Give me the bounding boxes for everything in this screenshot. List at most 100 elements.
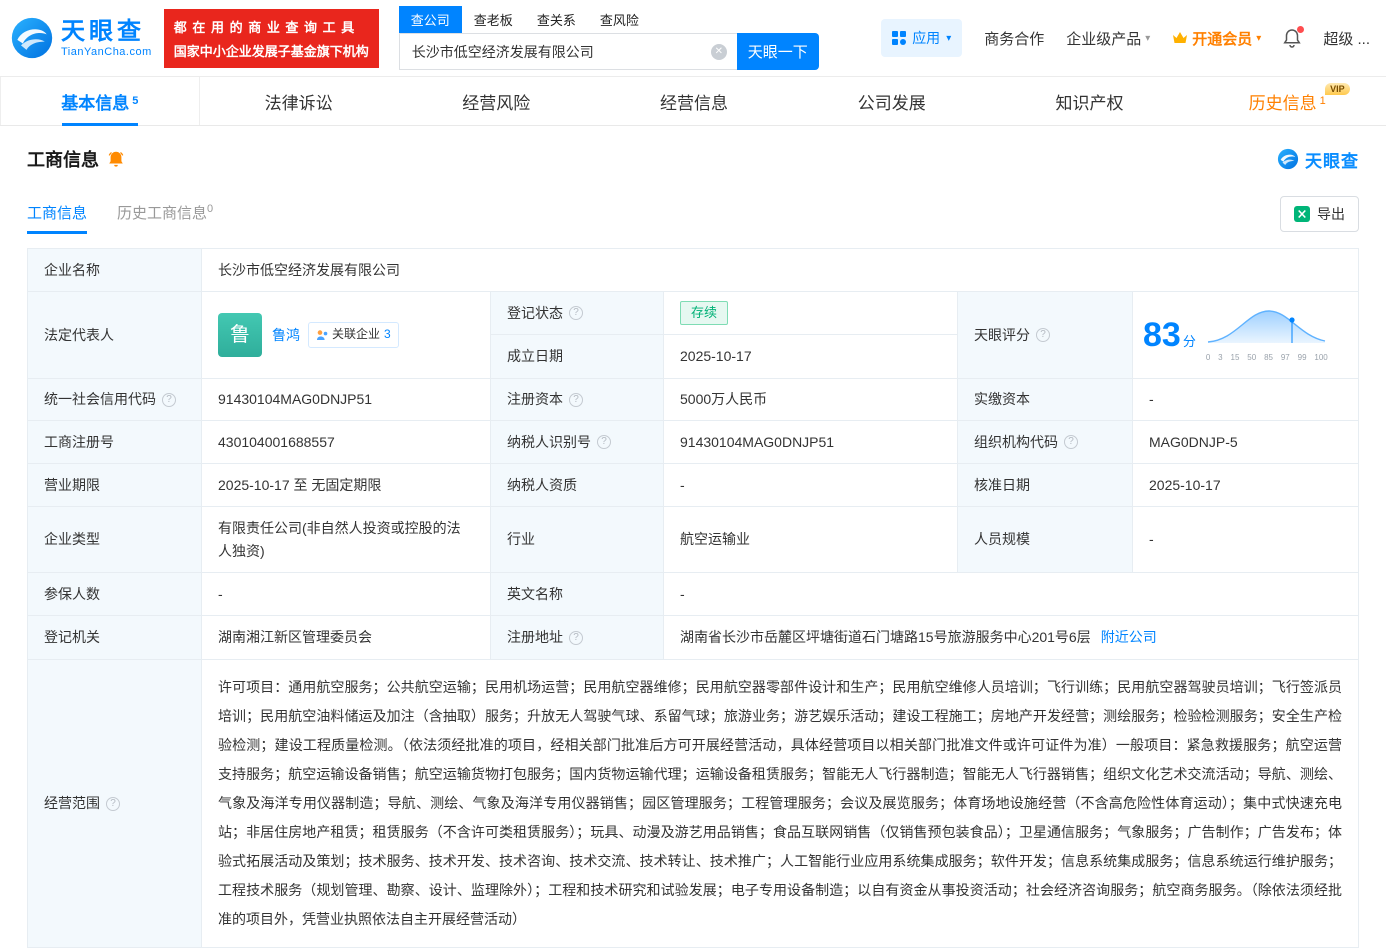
help-icon[interactable]: ?	[1036, 328, 1050, 342]
subscribe-alert-bell-icon[interactable]	[107, 150, 125, 168]
insured-count-value: -	[202, 573, 491, 616]
help-icon[interactable]: ?	[162, 392, 176, 407]
export-button-label: 导出	[1317, 206, 1345, 222]
field-label: 纳税人资质	[491, 464, 664, 507]
company-tab-bar: 基本信息 5 法律诉讼 经营风险 经营信息 公司发展 知识产权 历史信息 1 VIP	[0, 76, 1386, 126]
nav-business-cooperation-label: 商务合作	[984, 30, 1045, 48]
legal-rep-name-link[interactable]: 鲁鸿	[272, 324, 300, 346]
field-label: 营业期限	[28, 464, 202, 507]
tab-business-information[interactable]: 经营信息	[595, 77, 793, 125]
related-companies-count: 3	[384, 327, 391, 342]
field-label: 核准日期	[958, 464, 1133, 507]
caret-down-icon: ▾	[946, 32, 952, 44]
field-label: 英文名称	[491, 573, 664, 616]
registered-address-value: 湖南省长沙市岳麓区坪塘街道石门塘路15号旅游服务中心201号6层	[680, 629, 1091, 646]
field-label: 组织机构代码?	[958, 421, 1133, 464]
brand-name: 天眼查	[61, 18, 145, 46]
search-tabs: 查公司 查老板 查关系 查风险	[398, 6, 819, 33]
crown-icon	[1173, 32, 1188, 43]
tab-basic-info[interactable]: 基本信息 5	[0, 77, 200, 125]
credit-code-value: 91430104MAG0DNJP51	[202, 379, 491, 421]
registered-address-cell: 湖南省长沙市岳麓区坪塘街道石门塘路15号旅游服务中心201号6层 附近公司	[664, 616, 1359, 660]
related-companies-badge[interactable]: 关联企业 3	[308, 322, 399, 348]
search-tab-relations[interactable]: 查关系	[525, 6, 588, 33]
business-scope-value: 许可项目：通用航空服务；公共航空运输；民用机场运营；民用航空器维修；民用航空器零…	[202, 660, 1359, 948]
nav-enterprise-products[interactable]: 企业级产品 ▾	[1066, 28, 1150, 49]
field-label: 法定代表人	[28, 292, 202, 379]
field-label: 注册地址?	[491, 616, 664, 660]
tianyancha-logo-icon	[11, 17, 53, 59]
help-icon[interactable]: ?	[597, 435, 611, 449]
field-label: 参保人数	[28, 573, 202, 616]
main-content: 工商信息 天眼查 工商信息 历史工商信息0 导出 企业名称 长沙市低空经济发展有…	[0, 146, 1386, 948]
tab-basic-info-label: 基本信息	[61, 93, 130, 113]
help-icon[interactable]: ?	[1064, 435, 1078, 449]
tab-company-development-label: 公司发展	[857, 93, 926, 113]
header-nav: 应用 ▾ 商务合作 企业级产品 ▾ 开通会员 ▾ 超级 ...	[881, 19, 1370, 57]
establish-date-value: 2025-10-17	[664, 335, 958, 379]
tianyan-score-cell[interactable]: 83 分 0 3 15 50 85 97 99 100	[1133, 292, 1359, 379]
vip-tag: VIP	[1325, 83, 1350, 95]
search-input[interactable]	[398, 33, 737, 70]
clear-search-icon[interactable]: ✕	[710, 43, 727, 60]
apps-grid-icon	[892, 31, 907, 45]
related-companies-icon	[317, 330, 328, 340]
field-label: 纳税人识别号?	[491, 421, 664, 464]
business-term-value: 2025-10-17 至 无固定期限	[202, 464, 491, 507]
search-area: 查公司 查老板 查关系 查风险 ✕ 天眼一下	[398, 6, 819, 70]
score-unit: 分	[1182, 333, 1196, 349]
field-label: 经营范围?	[28, 660, 202, 948]
search-tab-risk[interactable]: 查风险	[588, 6, 651, 33]
tab-business-risk[interactable]: 经营风险	[397, 77, 595, 125]
field-label: 登记状态?	[491, 292, 664, 335]
score-curve	[1207, 310, 1325, 343]
tab-business-information-label: 经营信息	[660, 93, 729, 113]
help-icon[interactable]: ?	[106, 796, 120, 811]
registration-number-value: 430104001688557	[202, 421, 491, 464]
export-button[interactable]: 导出	[1280, 196, 1359, 232]
help-icon[interactable]: ?	[569, 306, 583, 320]
tianyancha-logo-icon	[1277, 148, 1299, 170]
top-header: 天眼查 TianYanCha.com 都 在 用 的 商 业 查 询 工 具 国…	[0, 0, 1386, 76]
help-icon[interactable]: ?	[569, 630, 583, 645]
brand-logo[interactable]: 天眼查 TianYanCha.com	[10, 16, 152, 60]
nav-super-vip[interactable]: 超级 ...	[1323, 28, 1370, 49]
help-icon[interactable]: ?	[569, 392, 583, 407]
business-info-subtabs: 工商信息 历史工商信息0 导出	[27, 196, 1359, 240]
tab-legal-proceedings-label: 法律诉讼	[264, 93, 333, 113]
nearby-companies-link[interactable]: 附近公司	[1101, 626, 1157, 648]
caret-down-icon: ▾	[1145, 32, 1151, 44]
subtab-business-info[interactable]: 工商信息	[27, 202, 88, 234]
legal-rep-avatar[interactable]: 鲁	[218, 313, 262, 357]
tab-intellectual-property[interactable]: 知识产权	[991, 77, 1189, 125]
search-tab-company[interactable]: 查公司	[398, 6, 462, 33]
business-registration-table: 企业名称 长沙市低空经济发展有限公司 法定代表人 鲁 鲁鸿 关联企业 3 登记状…	[27, 248, 1359, 948]
nav-open-vip-label: 开通会员	[1192, 30, 1253, 48]
field-label: 统一社会信用代码?	[28, 379, 202, 421]
apps-menu-button[interactable]: 应用 ▾	[881, 19, 963, 57]
paid-capital-value: -	[1133, 379, 1359, 421]
nav-business-cooperation[interactable]: 商务合作	[984, 28, 1044, 49]
apps-menu-label: 应用	[912, 30, 941, 46]
tab-business-risk-label: 经营风险	[462, 93, 531, 113]
subtab-business-info-label: 工商信息	[27, 205, 88, 222]
field-label: 天眼评分?	[958, 292, 1133, 379]
field-label: 工商注册号	[28, 421, 202, 464]
status-badge: 存续	[680, 300, 729, 326]
tab-legal-proceedings[interactable]: 法律诉讼	[200, 77, 398, 125]
nav-enterprise-products-label: 企业级产品	[1066, 30, 1142, 48]
tab-company-development[interactable]: 公司发展	[793, 77, 991, 125]
search-tab-boss[interactable]: 查老板	[462, 6, 525, 33]
english-name-value: -	[664, 573, 1359, 616]
subtab-history-business-info[interactable]: 历史工商信息0	[117, 202, 213, 234]
tab-history-info[interactable]: 历史信息 1 VIP	[1188, 77, 1386, 125]
score-axis: 0 3 15 50 85 97 99 100	[1205, 353, 1328, 363]
registered-capital-value: 5000万人民币	[664, 379, 958, 421]
subtab-count: 0	[207, 203, 214, 215]
promo-line1: 都 在 用 的 商 业 查 询 工 具	[173, 19, 356, 35]
nav-open-vip[interactable]: 开通会员 ▾	[1172, 28, 1261, 49]
notification-bell-icon[interactable]	[1283, 26, 1305, 48]
field-label: 登记机关	[28, 616, 202, 660]
search-button[interactable]: 天眼一下	[736, 33, 819, 70]
tab-count: 1	[1319, 95, 1326, 107]
